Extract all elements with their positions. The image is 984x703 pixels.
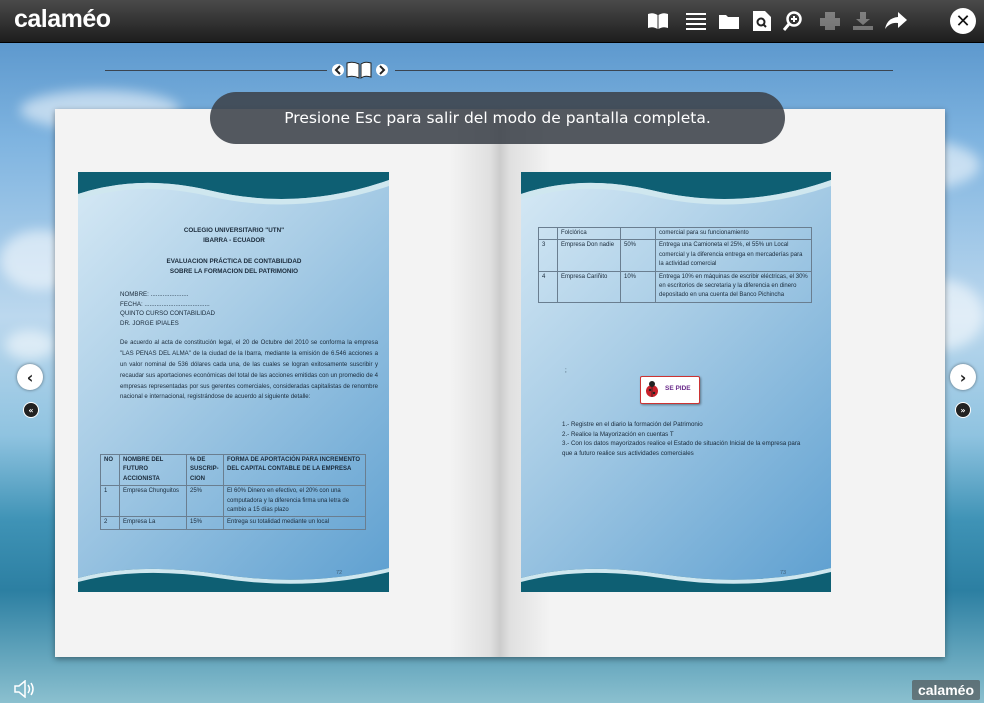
right-page-number: 73 (780, 570, 787, 576)
table-row: 4 Empresa Cariñito 10% Entrega 10% en má… (538, 270, 812, 303)
share-icon[interactable] (884, 9, 908, 33)
table-cell: 25% (186, 485, 224, 518)
table-cell: Empresa Chunguitos (119, 485, 187, 518)
course-field: QUINTO CURSO CONTABILIDAD (120, 310, 215, 318)
table-cell (538, 226, 558, 241)
table-row: Folclórica comercial para su funcionamie… (538, 226, 812, 241)
calameo-logo[interactable]: calaméo (14, 5, 111, 34)
first-page-button[interactable]: « (23, 402, 39, 418)
table-cell: Entrega una Camioneta el 25%, el 55% un … (655, 239, 812, 272)
table-header: % DE SUSCRIP-CION (186, 453, 224, 487)
book-view-icon[interactable] (346, 61, 372, 79)
fullscreen-tooltip: Presione Esc para salir del modo de pant… (210, 92, 785, 144)
table-header: NOMBRE DEL FUTURO ACCIONISTA (119, 453, 187, 487)
view-prev-icon[interactable] (332, 64, 344, 76)
stray-marker: ; (565, 367, 567, 374)
table-cell: Entrega 10% en máquinas de escribir eléc… (655, 270, 812, 303)
nav-divider-right (395, 70, 893, 71)
table-cell: 15% (186, 516, 224, 530)
table-cell: 50% (620, 239, 656, 272)
next-page-button[interactable]: › (950, 364, 976, 390)
table-cell: comercial para su funcionamiento (655, 226, 812, 241)
task-list: 1.- Registre en el diario la formación d… (562, 420, 802, 458)
table-cell: 10% (620, 270, 656, 303)
search-document-icon[interactable] (750, 9, 774, 33)
teacher-field: DR. JORGE IPIALES (120, 319, 179, 327)
date-field: FECHA: .................................… (120, 300, 210, 308)
school-name: COLEGIO UNIVERSITARIO "UTN" (183, 227, 285, 234)
download-icon[interactable] (851, 9, 875, 33)
table-cell: Folclórica (557, 226, 621, 241)
last-page-button[interactable]: » (955, 402, 971, 418)
top-toolbar: calaméo ✕ (0, 0, 984, 43)
table-header-row: NO NOMBRE DEL FUTURO ACCIONISTA % DE SUS… (100, 453, 366, 487)
shareholders-table-left: NO NOMBRE DEL FUTURO ACCIONISTA % DE SUS… (100, 453, 366, 530)
previous-page-button[interactable]: ‹ (17, 364, 43, 390)
table-cell: 3 (538, 239, 558, 272)
task-item: 2.- Realice la Mayorización en cuentas T (562, 430, 674, 438)
calameo-watermark[interactable]: calaméo (912, 680, 980, 700)
print-icon[interactable] (818, 9, 842, 33)
book-view-icon[interactable] (646, 9, 670, 33)
table-cell: 1 (100, 485, 120, 518)
table-cell: Empresa La (119, 516, 187, 530)
view-next-icon[interactable] (376, 64, 388, 76)
exam-title: EVALUACION PRÁCTICA DE CONTABILIDAD (166, 258, 302, 265)
table-header: FORMA DE APORTACIÓN PARA INCREMENTO DEL … (223, 453, 366, 487)
close-icon[interactable]: ✕ (950, 8, 976, 34)
shareholders-table-right: Folclórica comercial para su funcionamie… (538, 226, 812, 303)
table-row: 3 Empresa Don nadie 50% Entrega una Cami… (538, 239, 812, 272)
table-row: 2 Empresa La 15% Entrega su totalidad me… (100, 516, 366, 530)
table-cell: El 60% Dinero en efectivo, el 20% con un… (223, 485, 366, 518)
table-cell: Empresa Don nadie (557, 239, 621, 272)
list-view-icon[interactable] (684, 9, 708, 33)
task-item: 1.- Registre en el diario la formación d… (562, 421, 703, 428)
table-header: NO (100, 453, 120, 487)
table-cell: Empresa Cariñito (557, 270, 621, 303)
nav-divider-left (105, 70, 327, 71)
view-switcher (330, 60, 390, 80)
table-row: 1 Empresa Chunguitos 25% El 60% Dinero e… (100, 485, 366, 518)
se-pide-label: SE PIDE (665, 385, 691, 392)
exam-subtitle: SOBRE LA FORMACION DEL PATRIMONIO (169, 268, 299, 275)
name-field: NOMBRE: ...................... (120, 291, 189, 298)
table-cell: Entrega su totalidad mediante un local (223, 516, 366, 530)
table-cell (620, 226, 656, 241)
left-page-number: 72 (336, 570, 343, 576)
se-pide-badge: SE PIDE (640, 376, 700, 404)
table-cell: 2 (100, 516, 120, 530)
zoom-icon[interactable] (781, 9, 805, 33)
problem-paragraph: De acuerdo al acta de constitución legal… (120, 339, 378, 401)
sound-icon[interactable] (14, 679, 38, 699)
school-city: IBARRA - ECUADOR (203, 237, 265, 244)
task-item: 3.- Con los datos mayorizados realice el… (562, 440, 801, 457)
ladybug-icon (646, 381, 658, 397)
table-cell: 4 (538, 270, 558, 303)
folder-icon[interactable] (717, 9, 741, 33)
left-page-content: COLEGIO UNIVERSITARIO "UTN" IBARRA - ECU… (90, 226, 378, 403)
